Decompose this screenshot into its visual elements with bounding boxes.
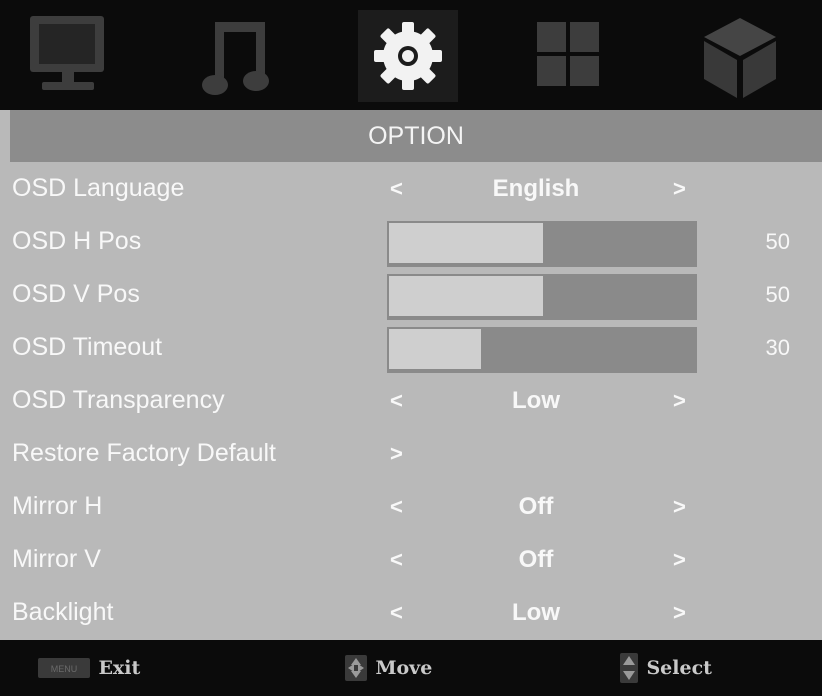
- slider-fill: [389, 223, 543, 263]
- option-menu-list: OSD Language < English > OSD H Pos 50 OS…: [10, 162, 822, 640]
- option-value: English: [492, 175, 580, 202]
- category-tab-bar: [0, 0, 822, 110]
- key-hint-bar: MENU Exit Move Select: [0, 640, 822, 696]
- right-arrow-icon[interactable]: >: [673, 533, 686, 586]
- menu-item-osd-timeout[interactable]: OSD Timeout 30: [10, 321, 822, 374]
- left-arrow-icon[interactable]: <: [390, 480, 403, 533]
- tab-picture[interactable]: [18, 10, 118, 102]
- music-note-icon: [202, 22, 269, 95]
- menu-item-backlight[interactable]: Backlight < Low >: [10, 586, 822, 639]
- menu-item-osd-v-pos[interactable]: OSD V Pos 50: [10, 268, 822, 321]
- osd-menu: OPTION OSD Language < English > OSD H Po…: [0, 0, 822, 696]
- tab-option[interactable]: [358, 10, 458, 102]
- menu-item-osd-transparency[interactable]: OSD Transparency < Low >: [10, 374, 822, 427]
- page-title: OPTION: [368, 122, 464, 150]
- menu-item-label: OSD V Pos: [12, 280, 140, 308]
- level-slider[interactable]: [387, 327, 697, 373]
- move-arrows-icon: [345, 655, 367, 681]
- tab-other[interactable]: [690, 10, 790, 102]
- left-arrow-icon[interactable]: <: [390, 162, 403, 215]
- tab-audio[interactable]: [185, 10, 285, 102]
- move-label: Move: [375, 657, 433, 679]
- enter-arrow-icon[interactable]: >: [390, 427, 403, 480]
- menu-item-osd-h-pos[interactable]: OSD H Pos 50: [10, 215, 822, 268]
- exit-hint: MENU Exit: [38, 640, 140, 696]
- menu-item-mirror-v[interactable]: Mirror V < Off >: [10, 533, 822, 586]
- slider-value: 30: [765, 335, 790, 360]
- option-value: Off: [518, 493, 554, 520]
- slider-fill: [389, 329, 481, 369]
- slider-value: 50: [765, 229, 790, 254]
- option-value: Off: [518, 546, 554, 573]
- grid-icon: [537, 22, 599, 86]
- right-arrow-icon[interactable]: >: [673, 586, 686, 639]
- menu-item-label: OSD Timeout: [12, 333, 163, 361]
- level-slider[interactable]: [387, 221, 697, 267]
- exit-label: Exit: [98, 657, 141, 679]
- right-arrow-icon[interactable]: >: [673, 480, 686, 533]
- menu-item-label: Mirror H: [12, 492, 103, 520]
- select-arrows-icon: [620, 653, 638, 683]
- tab-setup[interactable]: [518, 10, 618, 102]
- slider-fill: [389, 276, 543, 316]
- slider-value: 50: [765, 282, 790, 307]
- move-hint: Move: [345, 640, 432, 696]
- menu-item-mirror-h[interactable]: Mirror H < Off >: [10, 480, 822, 533]
- menu-item-osd-language[interactable]: OSD Language < English >: [10, 162, 822, 215]
- menu-title-bar: OPTION: [10, 110, 822, 162]
- monitor-icon: [30, 16, 104, 90]
- menu-item-label: Backlight: [12, 598, 114, 626]
- menu-item-label: OSD H Pos: [12, 227, 142, 255]
- right-arrow-icon[interactable]: >: [673, 162, 686, 215]
- menu-item-label: Mirror V: [12, 545, 101, 573]
- cube-icon: [704, 18, 776, 98]
- right-arrow-icon[interactable]: >: [673, 374, 686, 427]
- menu-item-label: Restore Factory Default: [12, 439, 276, 467]
- menu-key-text: MENU: [51, 664, 78, 674]
- gear-icon: [374, 22, 442, 90]
- level-slider[interactable]: [387, 274, 697, 320]
- option-value: Low: [512, 387, 560, 414]
- menu-item-label: OSD Language: [12, 174, 185, 202]
- menu-item-restore-factory-default[interactable]: Restore Factory Default >: [10, 427, 822, 480]
- menu-key-icon: MENU: [38, 658, 90, 678]
- left-arrow-icon[interactable]: <: [390, 586, 403, 639]
- select-label: Select: [646, 657, 712, 679]
- option-value: Low: [512, 599, 560, 626]
- left-arrow-icon[interactable]: <: [390, 374, 403, 427]
- select-hint: Select: [620, 640, 712, 696]
- menu-item-label: OSD Transparency: [12, 386, 225, 414]
- left-arrow-icon[interactable]: <: [390, 533, 403, 586]
